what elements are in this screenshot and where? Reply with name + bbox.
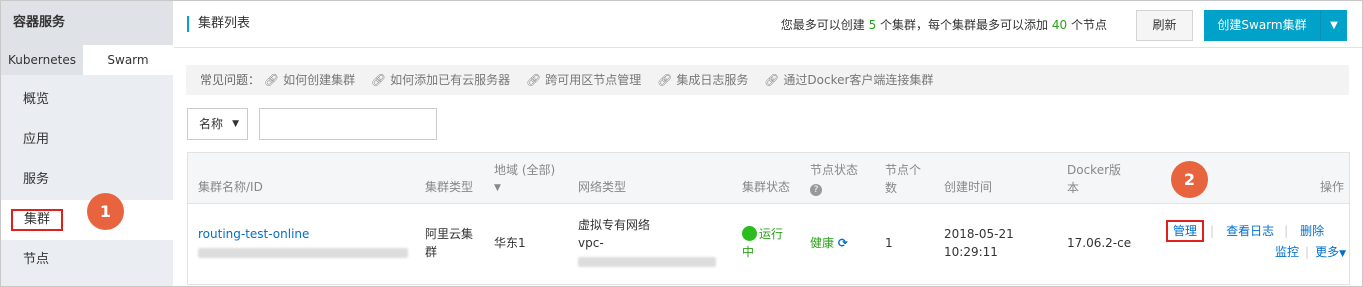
faq-link-docker-client[interactable]: 🔗︎ 通过Docker客户端连接集群 — [764, 73, 933, 87]
col-region-label: 地域 (全部) — [494, 163, 556, 177]
network-type: 虚拟专有网络 — [578, 218, 651, 232]
faq-bar: 常见问题： 🔗︎ 如何创建集群 🔗︎ 如何添加已有云服务器 🔗︎ 跨可用区节点管理 🔗… — [186, 65, 1349, 95]
cluster-name-cell: routing-test-online — [198, 225, 408, 261]
refresh-icon[interactable]: ⟳ — [838, 236, 848, 250]
quota-text-mid: 个集群，每个集群最多可以添加 — [880, 18, 1049, 32]
quota-info: 您最多可以创建 5 个集群，每个集群最多可以添加 40 个节点 — [781, 16, 1107, 33]
faq-link-add-server[interactable]: 🔗︎ 如何添加已有云服务器 — [371, 73, 510, 87]
region-cell: 华东1 — [494, 236, 526, 250]
sidebar-item-clusters-label: 集群 — [11, 209, 64, 231]
manage-button[interactable]: 管理 — [1166, 220, 1205, 242]
created-cell: 2018-05-21 10:29:11 — [944, 225, 1014, 261]
view-logs-link[interactable]: 查看日志 — [1226, 224, 1274, 238]
tab-kubernetes[interactable]: Kubernetes — [1, 45, 83, 75]
header-divider — [174, 47, 1362, 48]
cluster-id-redacted — [198, 247, 408, 258]
caret-down-icon: ▼ — [494, 183, 501, 193]
caret-down-icon: ▼ — [232, 119, 239, 129]
network-id-redacted — [578, 256, 716, 267]
link-icon: 🔗︎ — [526, 73, 542, 87]
col-node-count: 节点个数 — [885, 163, 922, 195]
sidebar: 容器服务 Kubernetes Swarm 概览 应用 服务 集群 节点 — [1, 1, 173, 286]
node-count-cell: 1 — [885, 236, 893, 250]
col-region[interactable]: 地域 (全部) ▼ — [494, 161, 555, 197]
main-content: 集群列表 您最多可以创建 5 个集群，每个集群最多可以添加 40 个节点 刷新 … — [174, 1, 1362, 286]
cluster-status-cell: 运行中 — [742, 225, 794, 261]
col-node-status-label: 节点状态 — [810, 163, 859, 177]
actions-cell: 管理 | 查看日志 | 删除 监控 | 更多▼ — [1166, 220, 1346, 263]
create-cluster-button[interactable]: 创建Swarm集群 ▼ — [1204, 10, 1347, 41]
docker-version-cell: 17.06.2-ce — [1067, 236, 1132, 250]
faq-link-create[interactable]: 🔗︎ 如何创建集群 — [264, 73, 355, 87]
search-field-select[interactable]: 名称 ▼ — [187, 108, 248, 140]
delete-link[interactable]: 删除 — [1300, 224, 1324, 238]
link-icon: 🔗︎ — [657, 73, 673, 87]
col-created: 创建时间 — [944, 180, 993, 194]
col-type: 集群类型 — [425, 180, 474, 194]
tab-swarm[interactable]: Swarm — [83, 45, 173, 75]
network-id-prefix: vpc- — [578, 236, 604, 250]
max-clusters-value: 5 — [868, 18, 877, 32]
created-time: 10:29:11 — [944, 245, 998, 259]
quota-text-prefix: 您最多可以创建 — [780, 18, 865, 32]
refresh-button[interactable]: 刷新 — [1136, 10, 1193, 41]
col-status: 集群状态 — [742, 180, 791, 194]
sidebar-item-nodes[interactable]: 节点 — [1, 240, 173, 280]
help-icon[interactable]: ? — [810, 184, 822, 196]
created-date: 2018-05-21 — [944, 227, 1014, 241]
faq-link-cross-zone[interactable]: 🔗︎ 跨可用区节点管理 — [526, 73, 641, 87]
cluster-name-link[interactable]: routing-test-online — [198, 225, 408, 243]
faq-label: 常见问题： — [200, 73, 261, 87]
search-input[interactable] — [259, 108, 437, 140]
quota-text-suffix: 个节点 — [1070, 18, 1107, 32]
caret-down-icon: ▼ — [1339, 249, 1346, 259]
create-cluster-label: 创建Swarm集群 — [1217, 18, 1307, 32]
chevron-down-icon[interactable]: ▼ — [1320, 10, 1347, 41]
link-icon: 🔗︎ — [370, 73, 387, 87]
monitor-link[interactable]: 监控 — [1275, 245, 1299, 259]
step-badge-1: 1 — [87, 193, 124, 230]
sidebar-item-applications[interactable]: 应用 — [1, 120, 173, 160]
col-docker-version: Docker版本 — [1067, 163, 1122, 195]
cluster-type-cell: 阿里云集群 — [425, 227, 474, 259]
step-badge-2: 2 — [1171, 161, 1208, 198]
more-menu[interactable]: 更多▼ — [1315, 245, 1346, 259]
max-nodes-value: 40 — [1051, 18, 1068, 32]
network-cell: 虚拟专有网络 vpc- — [578, 216, 716, 270]
page-title: 集群列表 — [187, 16, 250, 32]
col-actions: 操作 — [1320, 180, 1345, 194]
sidebar-tabs: Kubernetes Swarm — [1, 45, 173, 75]
link-icon: 🔗︎ — [263, 73, 280, 87]
col-network: 网络类型 — [578, 180, 627, 194]
sidebar-title: 容器服务 — [1, 1, 173, 45]
status-running-icon — [742, 226, 757, 241]
link-icon: 🔗︎ — [764, 73, 780, 87]
node-health-label: 健康 — [810, 236, 835, 250]
sidebar-item-overview[interactable]: 概览 — [1, 80, 173, 120]
search-field-value: 名称 — [199, 117, 224, 131]
page-header: 集群列表 您最多可以创建 5 个集群，每个集群最多可以添加 40 个节点 刷新 … — [174, 1, 1362, 47]
node-status-cell: 健康 ⟳ — [810, 234, 848, 252]
sidebar-item-services[interactable]: 服务 — [1, 160, 173, 200]
col-name: 集群名称/ID — [198, 180, 263, 194]
col-node-status: 节点状态 ? — [810, 161, 858, 197]
faq-link-log-service[interactable]: 🔗︎ 集成日志服务 — [657, 73, 748, 87]
